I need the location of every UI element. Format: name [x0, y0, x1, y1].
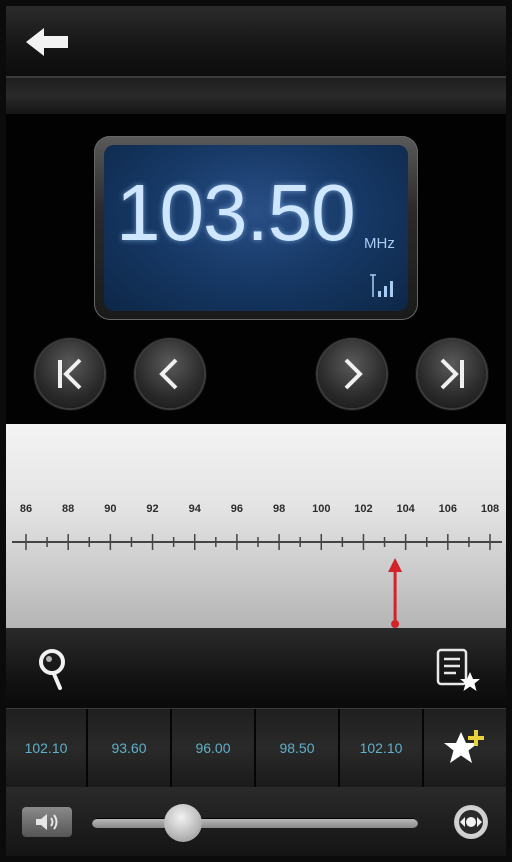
favorite-list-button[interactable] — [434, 646, 484, 694]
previous-button[interactable] — [136, 340, 204, 408]
tuner-scale[interactable]: 86 88 90 92 94 96 98 100 102 104 106 108 — [6, 424, 506, 628]
skip-to-start-icon — [58, 358, 82, 390]
tuning-needle[interactable] — [388, 558, 403, 628]
first-station-button[interactable] — [36, 340, 104, 408]
last-station-button[interactable] — [418, 340, 486, 408]
header-strip — [6, 78, 506, 115]
speaker-icon — [36, 814, 58, 830]
audio-output-button[interactable] — [454, 805, 488, 839]
next-icon — [344, 358, 363, 390]
frequency-value: 103.50 — [116, 168, 356, 257]
preset-button[interactable]: 102.10 — [6, 709, 88, 787]
back-arrow-icon — [26, 28, 68, 56]
fm-radio-screen: 103.50 MHz 86 88 90 92 94 96 98 100 102 … — [6, 6, 506, 856]
mute-button[interactable] — [22, 807, 72, 837]
add-favorite-button[interactable] — [424, 709, 506, 787]
back-button[interactable] — [24, 26, 74, 58]
search-button[interactable] — [34, 646, 74, 692]
skip-to-end-icon — [440, 358, 464, 390]
frequency-unit: MHz — [364, 235, 395, 252]
next-button[interactable] — [318, 340, 386, 408]
signal-strength-icon — [370, 274, 393, 297]
volume-slider-track[interactable] — [92, 818, 418, 828]
preset-button[interactable]: 93.60 — [88, 709, 172, 787]
frequency-display-frame: 103.50 MHz — [94, 136, 418, 320]
tuner-ruler — [12, 534, 502, 628]
add-favorite-star-icon — [444, 730, 484, 763]
previous-icon — [159, 358, 178, 390]
preset-button[interactable]: 102.10 — [340, 709, 424, 787]
frequency-display: 103.50 MHz — [104, 145, 408, 311]
display-panel: 103.50 MHz — [6, 114, 506, 424]
volume-bar — [6, 787, 506, 856]
search-icon — [39, 649, 65, 690]
search-bar — [6, 628, 506, 709]
preset-button[interactable]: 98.50 — [256, 709, 340, 787]
speaker-output-icon — [459, 810, 483, 834]
volume-slider-thumb[interactable] — [164, 804, 203, 842]
favorite-list-icon — [436, 648, 480, 691]
preset-button[interactable]: 96.00 — [172, 709, 256, 787]
preset-list: 102.10 93.60 96.00 98.50 102.10 — [6, 709, 506, 787]
top-bar — [6, 6, 506, 78]
